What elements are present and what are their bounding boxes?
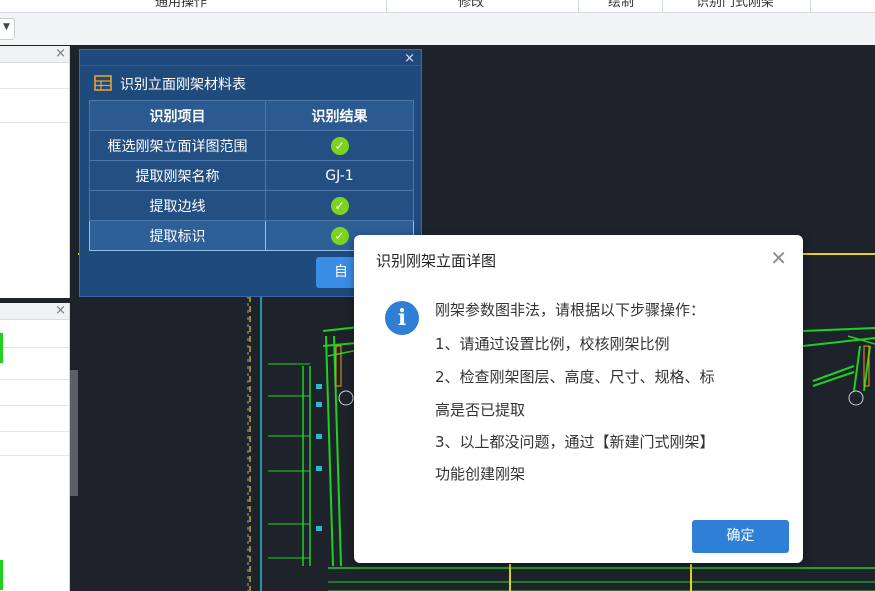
column-header: 识别项目 bbox=[89, 100, 266, 131]
list-item[interactable] bbox=[0, 431, 69, 456]
column-header: 识别结果 bbox=[265, 100, 414, 131]
ribbon-divider bbox=[578, 0, 579, 12]
error-dialog: 识别刚架立面详图 ✕ i 刚架参数图非法，请根据以下步骤操作： 1、请通过设置比… bbox=[354, 235, 803, 563]
check-icon: ✓ bbox=[330, 196, 349, 215]
ribbon-group-portal-frame[interactable]: 识别门式刚架 bbox=[696, 0, 774, 10]
close-icon[interactable]: × bbox=[55, 303, 66, 319]
left-panel-bottom: × bbox=[0, 303, 70, 591]
close-icon[interactable]: ✕ bbox=[770, 247, 787, 269]
dialog-message-line: 高是否已提取 bbox=[435, 401, 526, 419]
list-item[interactable] bbox=[0, 62, 69, 89]
table-row[interactable]: 框选刚架立面详图范围 ✓ bbox=[89, 130, 414, 161]
layer-dropdown[interactable]: ▼ bbox=[0, 18, 15, 40]
list-item[interactable] bbox=[0, 319, 69, 348]
ribbon-group-draw[interactable]: 绘制 bbox=[608, 0, 634, 10]
layer-color-marker bbox=[0, 560, 3, 590]
ribbon-group-common[interactable]: 通用操作 bbox=[155, 0, 207, 10]
row-item: 提取边线 bbox=[89, 190, 266, 221]
confirm-button[interactable]: 确定 bbox=[692, 520, 789, 553]
info-icon: i bbox=[385, 301, 419, 335]
ribbon-group-modify[interactable]: 修改 bbox=[458, 0, 484, 10]
dialog-message-line: 3、以上都没问题，通过【新建门式刚架】 bbox=[435, 433, 715, 451]
table-header-row: 识别项目 识别结果 bbox=[89, 100, 414, 131]
panel-header: × bbox=[0, 303, 69, 320]
panel-splitter[interactable] bbox=[70, 370, 78, 496]
ribbon-divider bbox=[810, 0, 811, 12]
list-item[interactable] bbox=[0, 347, 69, 380]
table-row[interactable]: 提取刚架名称 GJ-1 bbox=[89, 160, 414, 191]
check-icon: ✓ bbox=[330, 226, 349, 245]
row-item: 提取标识 bbox=[89, 220, 266, 251]
close-icon[interactable]: × bbox=[404, 52, 415, 66]
close-icon[interactable]: × bbox=[55, 46, 66, 62]
check-icon: ✓ bbox=[330, 136, 349, 155]
auto-recognize-button[interactable]: 自动 bbox=[316, 257, 356, 288]
ribbon-bar: 通用操作 修改 绘制 识别门式刚架 bbox=[0, 0, 875, 13]
row-result: ✓ bbox=[265, 130, 414, 161]
ribbon-divider bbox=[386, 0, 387, 12]
chevron-down-icon: ▼ bbox=[3, 22, 10, 32]
row-result: GJ-1 bbox=[265, 160, 414, 191]
dialog-message-line: 刚架参数图非法，请根据以下步骤操作： bbox=[435, 301, 706, 319]
table-icon bbox=[94, 75, 112, 91]
panel-header: × bbox=[0, 46, 69, 63]
list-item[interactable] bbox=[0, 405, 69, 432]
dialog-title: 识别刚架立面详图 bbox=[376, 252, 497, 270]
left-panel-top: × bbox=[0, 46, 70, 298]
list-item[interactable] bbox=[0, 379, 69, 406]
row-item: 框选刚架立面详图范围 bbox=[89, 130, 266, 161]
layer-color-marker bbox=[0, 333, 3, 363]
toolbar bbox=[0, 13, 875, 45]
dialog-message-line: 2、检查刚架图层、高度、尺寸、规格、标 bbox=[435, 368, 715, 386]
table-row[interactable]: 提取边线 ✓ bbox=[89, 190, 414, 221]
panel-title: 识别立面刚架材料表 bbox=[120, 77, 246, 93]
ribbon-divider bbox=[662, 0, 663, 12]
dialog-message-line: 1、请通过设置比例，校核刚架比例 bbox=[435, 335, 670, 353]
dialog-message-line: 功能创建刚架 bbox=[435, 465, 526, 483]
list-item[interactable] bbox=[0, 88, 69, 123]
row-result: ✓ bbox=[265, 190, 414, 221]
row-item: 提取刚架名称 bbox=[89, 160, 266, 191]
panel-titlebar: × bbox=[80, 50, 421, 66]
recognition-table: 识别项目 识别结果 框选刚架立面详图范围 ✓ 提取刚架名称 GJ-1 提取边线 … bbox=[89, 100, 414, 251]
